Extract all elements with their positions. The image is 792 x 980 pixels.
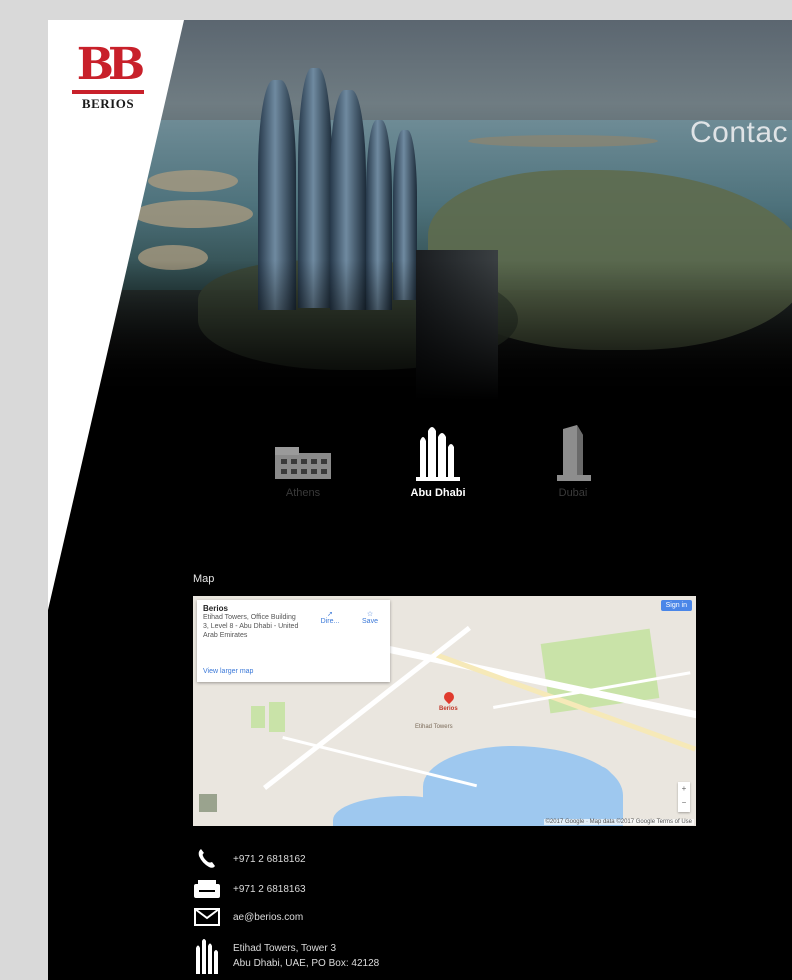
office-tab-dubai[interactable]: Dubai [518, 425, 628, 499]
office-label-abu-dhabi: Abu Dhabi [410, 487, 466, 499]
map-pin-label: Berios [439, 706, 458, 712]
directions-button[interactable]: ➚ Dire... [315, 610, 345, 625]
office-selector: Athens Abu Dhabi Dubai [248, 425, 628, 515]
skyscraper-icon [518, 425, 628, 481]
logo-mark: BB [76, 39, 145, 90]
contact-address: Etihad Towers, Tower 3 Abu Dhabi, UAE, P… [193, 936, 593, 976]
zoom-in-icon[interactable]: + [678, 782, 690, 796]
map-sign-in-button[interactable]: Sign in [660, 600, 692, 611]
fax-number: +971 2 6818163 [233, 883, 306, 895]
contact-fax: +971 2 6818163 [193, 876, 593, 902]
directions-label: Dire... [320, 618, 340, 625]
zoom-out-icon[interactable]: − [678, 796, 690, 810]
towers-address-icon [193, 938, 221, 974]
star-icon: ☆ [366, 611, 374, 618]
office-tab-athens[interactable]: Athens [248, 425, 358, 499]
view-larger-map-link[interactable]: View larger map [203, 668, 253, 675]
office-tab-abu-dhabi[interactable]: Abu Dhabi [383, 425, 493, 499]
building-icon [248, 425, 358, 481]
directions-icon: ➚ [327, 611, 333, 618]
contact-email: ae@berios.com [193, 904, 593, 930]
map-label: Map [193, 573, 215, 585]
map-info-card: Berios Etihad Towers, Office Building 3,… [197, 600, 390, 682]
address-line-2: Abu Dhabi, UAE, PO Box: 42128 [233, 958, 380, 969]
map-embed[interactable]: Berios Etihad Towers Berios Etihad Tower… [193, 596, 696, 826]
phone-number[interactable]: +971 2 6818162 [233, 852, 306, 867]
map-card-address: Etihad Towers, Office Building 3, Level … [203, 614, 299, 639]
map-place-label: Etihad Towers [415, 724, 453, 730]
save-button[interactable]: ☆ Save [355, 610, 385, 625]
fax-icon [193, 880, 221, 898]
page: BB BERIOS Contac Athens Abu Dhabi Dubai … [48, 20, 792, 980]
map-pin-icon[interactable] [441, 689, 457, 705]
hero-image [48, 20, 792, 400]
address-line-1: Etihad Towers, Tower 3 [233, 943, 337, 954]
brand-logo[interactable]: BB BERIOS [68, 42, 148, 112]
map-credit[interactable]: ©2017 Google · Map data ©2017 Google Ter… [543, 819, 694, 825]
contact-phone: +971 2 6818162 [193, 846, 593, 872]
page-title: Contac [690, 116, 789, 149]
email-address[interactable]: ae@berios.com [233, 910, 303, 925]
office-label-dubai: Dubai [558, 487, 588, 499]
save-label: Save [362, 618, 378, 625]
mail-icon [193, 908, 221, 926]
phone-icon [193, 848, 221, 870]
map-zoom-control[interactable]: + − [678, 782, 690, 812]
office-label-athens: Athens [285, 487, 321, 499]
street-view-icon[interactable] [199, 794, 217, 812]
towers-icon [383, 425, 493, 481]
logo-text: BERIOS [81, 96, 135, 111]
logo-bar [72, 90, 144, 94]
